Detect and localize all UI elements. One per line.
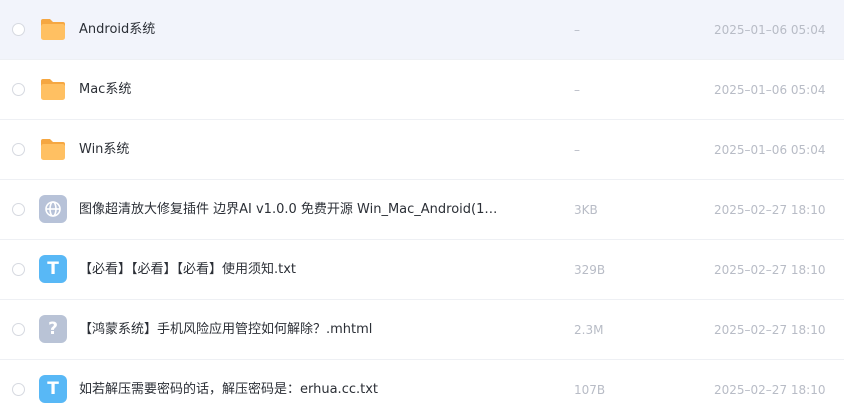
file-row[interactable]: 图像超清放大修复插件 边界AI v1.0.0 免费开源 Win_Mac_Andr… <box>0 180 844 240</box>
file-name[interactable]: 如若解压需要密码的话，解压密码是：erhua.cc.txt <box>79 360 378 420</box>
select-checkbox[interactable] <box>12 203 25 216</box>
folder-icon <box>39 135 67 163</box>
file-name[interactable]: Android系统 <box>79 0 155 60</box>
text-file-icon: T <box>39 375 67 403</box>
file-date: 2025–02–27 18:10 <box>714 203 826 217</box>
file-name[interactable]: Mac系统 <box>79 60 131 120</box>
file-row[interactable]: ? 【鸿蒙系统】手机风险应用管控如何解除？.mhtml 2.3M 2025–02… <box>0 300 844 360</box>
file-size: 107B <box>574 383 606 397</box>
select-checkbox[interactable] <box>12 323 25 336</box>
file-row[interactable]: Win系统 – 2025–01–06 05:04 <box>0 120 844 180</box>
file-date: 2025–01–06 05:04 <box>714 83 826 97</box>
file-date: 2025–01–06 05:04 <box>714 23 826 37</box>
select-checkbox[interactable] <box>12 23 25 36</box>
file-size: 2.3M <box>574 323 604 337</box>
file-date: 2025–02–27 18:10 <box>714 323 826 337</box>
file-size: – <box>574 143 580 157</box>
file-name[interactable]: 图像超清放大修复插件 边界AI v1.0.0 免费开源 Win_Mac_Andr… <box>79 180 499 240</box>
file-row[interactable]: T 如若解压需要密码的话，解压密码是：erhua.cc.txt 107B 202… <box>0 360 844 420</box>
file-date: 2025–02–27 18:10 <box>714 263 826 277</box>
file-row[interactable]: Mac系统 – 2025–01–06 05:04 <box>0 60 844 120</box>
file-name[interactable]: 【必看】【必看】【必看】使用须知.txt <box>79 240 296 300</box>
folder-icon <box>39 75 67 103</box>
file-size: – <box>574 83 580 97</box>
file-row[interactable]: Android系统 – 2025–01–06 05:04 <box>0 0 844 60</box>
file-list: Android系统 – 2025–01–06 05:04 Mac系统 – 202… <box>0 0 844 420</box>
select-checkbox[interactable] <box>12 83 25 96</box>
file-size: 329B <box>574 263 606 277</box>
file-name[interactable]: Win系统 <box>79 120 129 180</box>
file-size: – <box>574 23 580 37</box>
globe-icon <box>39 195 67 223</box>
file-date: 2025–01–06 05:04 <box>714 143 826 157</box>
select-checkbox[interactable] <box>12 143 25 156</box>
file-name[interactable]: 【鸿蒙系统】手机风险应用管控如何解除？.mhtml <box>79 300 372 360</box>
file-size: 3KB <box>574 203 598 217</box>
select-checkbox[interactable] <box>12 383 25 396</box>
file-date: 2025–02–27 18:10 <box>714 383 826 397</box>
folder-icon <box>39 15 67 43</box>
unknown-file-icon: ? <box>39 315 67 343</box>
text-file-icon: T <box>39 255 67 283</box>
select-checkbox[interactable] <box>12 263 25 276</box>
file-row[interactable]: T 【必看】【必看】【必看】使用须知.txt 329B 2025–02–27 1… <box>0 240 844 300</box>
